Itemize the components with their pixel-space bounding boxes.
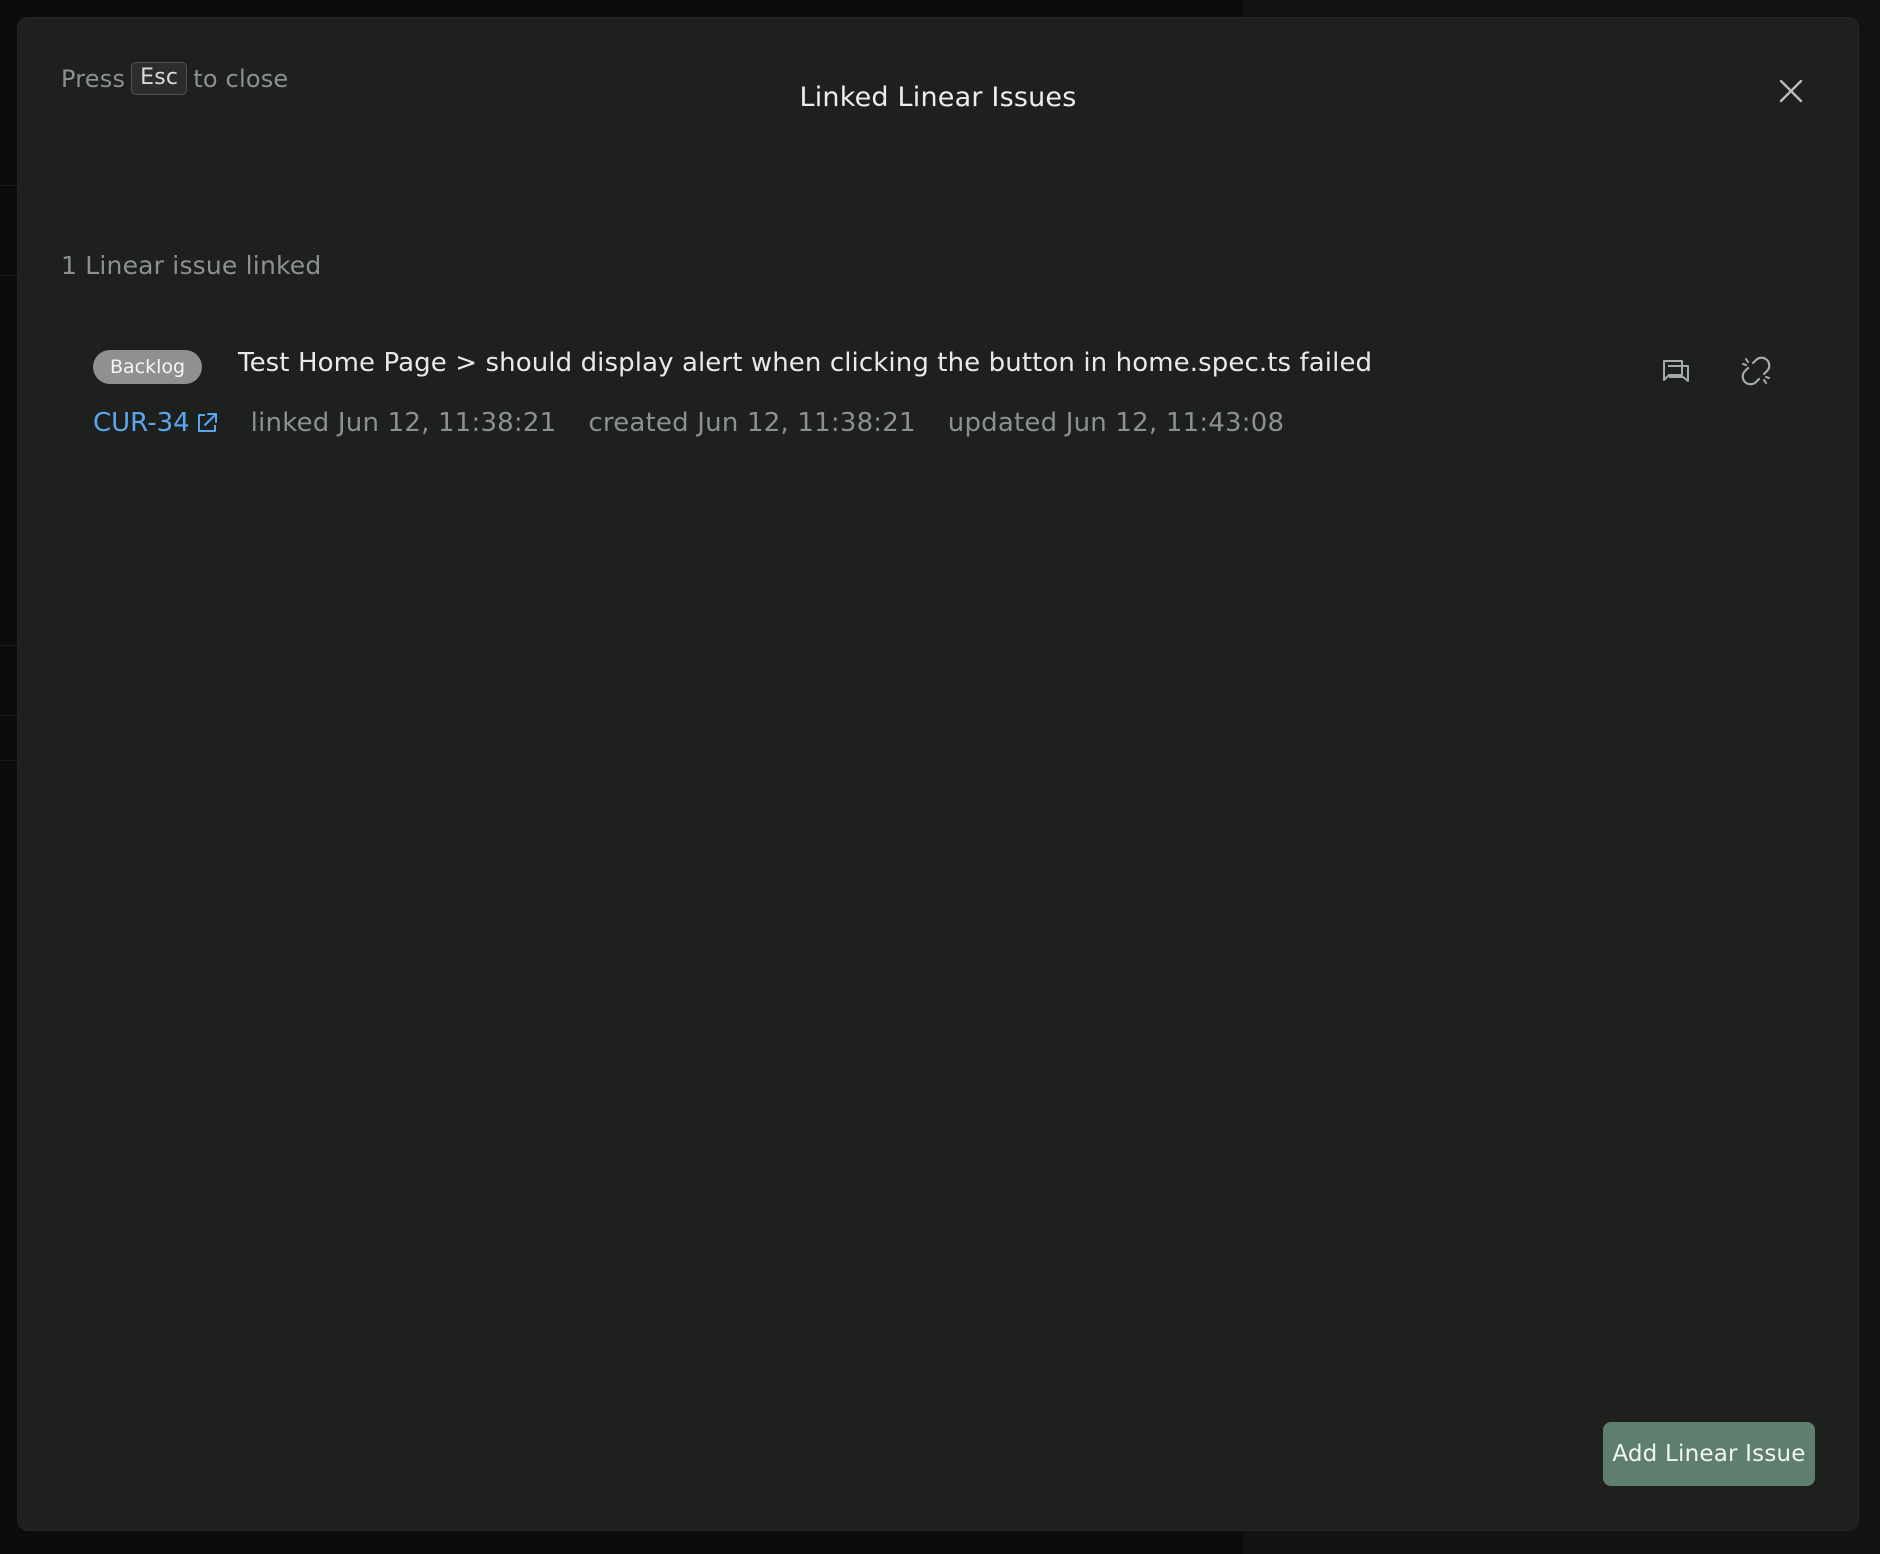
background-divider xyxy=(0,715,20,716)
unlink-button[interactable] xyxy=(1733,348,1779,394)
external-link-icon xyxy=(197,413,217,432)
comment-icon xyxy=(1663,360,1689,382)
close-icon xyxy=(1779,79,1803,103)
linked-issues-dialog: Press Esc to close Linked Linear Issues … xyxy=(18,18,1858,1530)
dialog-title: Linked Linear Issues xyxy=(799,82,1077,113)
unlink-icon xyxy=(1741,356,1771,386)
issue-id-link[interactable]: CUR-34 xyxy=(93,408,218,438)
close-button[interactable] xyxy=(1768,68,1814,114)
linked-date: linked Jun 12, 11:38:21 xyxy=(250,408,557,438)
background-divider xyxy=(0,760,20,761)
comment-button[interactable] xyxy=(1653,348,1699,394)
issue-meta: CUR-34 linked Jun 12, 11:38:21 created J… xyxy=(93,408,1284,438)
status-badge: Backlog xyxy=(93,350,203,384)
background-divider xyxy=(0,275,20,276)
add-linear-issue-button[interactable]: Add Linear Issue xyxy=(1603,1422,1815,1486)
issue-id: CUR-34 xyxy=(93,408,190,438)
linked-count: 1 Linear issue linked xyxy=(61,251,322,280)
updated-date: updated Jun 12, 11:43:08 xyxy=(947,408,1285,438)
issue-title: Test Home Page > should display alert wh… xyxy=(238,348,1373,378)
background-divider xyxy=(0,185,20,186)
created-date: created Jun 12, 11:38:21 xyxy=(588,408,916,438)
background-divider xyxy=(0,645,20,646)
linked-issue-row: Backlog Test Home Page > should display … xyxy=(93,328,1793,458)
